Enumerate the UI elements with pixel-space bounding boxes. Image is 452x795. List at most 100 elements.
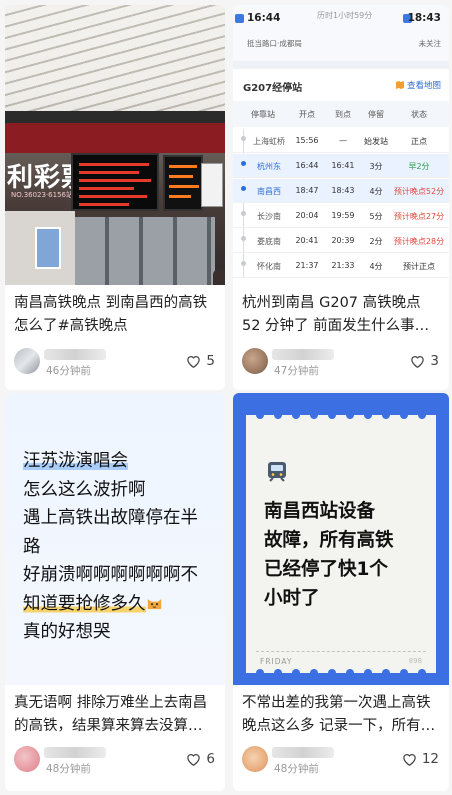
stop-dot: [241, 136, 246, 141]
stop-dot: [241, 186, 246, 191]
stops-heading: G207经停站: [243, 83, 303, 94]
stop-row: 娄底南 20:41 20:39 2分 预计晚点28分: [233, 229, 449, 253]
post-meta: 47分钟前 3: [242, 348, 439, 378]
stop-dot: [241, 161, 246, 166]
cover-text: 南昌西站设备 故障，所有高铁 已经停了快1个 小时了: [264, 497, 428, 613]
post-title[interactable]: 不常出差的我第一次遇上高铁晚点这么多 记录一下，所有…: [242, 692, 441, 738]
avatar[interactable]: [242, 348, 268, 374]
ticket-graphic: 南昌西站设备 故障，所有高铁 已经停了快1个 小时了 FRIDAY 898: [246, 411, 436, 677]
text-image-cover[interactable]: 汪苏泷演唱会 怎么这么波折啊 遇上高铁出故障停在半 路 好崩溃啊啊啊啊啊啊不 知…: [5, 393, 225, 685]
like-count: 12: [421, 751, 439, 767]
like-button[interactable]: 6: [186, 751, 215, 767]
like-count: 3: [430, 353, 439, 369]
like-button[interactable]: 3: [410, 353, 439, 369]
avatar[interactable]: [242, 746, 268, 772]
feed-card-3[interactable]: 汪苏泷演唱会 怎么这么波折啊 遇上高铁出故障停在半 路 好崩溃啊啊啊啊啊啊不 知…: [5, 393, 225, 791]
stop-stay: 4分: [369, 187, 383, 196]
stop-station: 南昌西: [257, 187, 281, 196]
person-silhouette: [213, 269, 225, 285]
stop-row: 长沙南 20:04 19:59 5分 预计晚点27分: [233, 204, 449, 228]
stop-stay: 3分: [369, 162, 383, 171]
ceiling: [5, 5, 225, 125]
heart-icon: [402, 752, 417, 766]
stop-arrive: 21:33: [331, 261, 355, 270]
timetable-screenshot-cover[interactable]: 16:44 历时1小时59分 18:43 抵当路口·成都局 未关注 G207经停…: [233, 5, 449, 285]
like-button[interactable]: 12: [402, 751, 439, 767]
arrive-time: 18:43: [407, 12, 441, 24]
author-name-blurred[interactable]: [272, 349, 334, 360]
departure-board: [71, 153, 159, 211]
ticket-image-cover[interactable]: 南昌西站设备 故障，所有高铁 已经停了快1个 小时了 FRIDAY 898: [233, 393, 449, 685]
stop-row: 上海虹桥 15:56 — 始发站 正点: [233, 129, 449, 153]
feed-card-4[interactable]: 南昌西站设备 故障，所有高铁 已经停了快1个 小时了 FRIDAY 898 不常…: [233, 393, 449, 791]
stop-dot: [241, 261, 246, 266]
stops-panel: G207经停站 查看地图 停靠站 开点 到点 停留 状态 上海虹桥 15:56 — 始…: [233, 69, 449, 285]
author-name-blurred[interactable]: [44, 349, 106, 360]
post-title[interactable]: 真无语啊 排除万难坐上去南昌的高铁，结果算来算去没算…: [14, 692, 217, 738]
stop-dot: [241, 236, 246, 241]
ticket-divider: [256, 651, 426, 652]
red-banner: [5, 123, 225, 153]
author-name-blurred[interactable]: [44, 747, 106, 758]
feed-card-1[interactable]: 利彩票 NO.36023·6156站点 南昌高铁晚点 到南昌西的高铁怎么了#高铁…: [5, 5, 225, 390]
heart-icon: [410, 354, 425, 368]
train-icon: [268, 462, 286, 482]
stop-arrive: 20:39: [331, 236, 355, 245]
stop-depart: 18:47: [295, 186, 319, 195]
post-meta: 48分钟前 12: [242, 746, 439, 776]
post-time: 47分钟前: [274, 365, 319, 377]
departure-board-2: [163, 155, 203, 211]
stop-status: 预计晚点28分: [393, 237, 445, 246]
cover-line: 好崩溃啊啊啊啊啊啊不: [23, 565, 198, 585]
post-meta: 48分钟前 6: [14, 746, 215, 776]
stop-station: 杭州东: [257, 162, 281, 171]
post-title[interactable]: 南昌高铁晚点 到南昌西的高铁怎么了#高铁晚点: [14, 292, 217, 338]
stop-dot: [241, 211, 246, 216]
cover-line: 汪苏泷演唱会: [23, 451, 128, 471]
cover-line: 真的好想哭: [23, 622, 111, 642]
stop-stay: 2分: [369, 237, 383, 246]
post-title[interactable]: 杭州到南昌 G207 高铁晚点 52 分钟了 前面发生什么事了…: [242, 292, 441, 338]
stop-arrive: —: [339, 136, 347, 145]
route-note: 抵当路口·成都局: [247, 39, 302, 48]
stop-arrive: 18:43: [331, 186, 355, 195]
depart-time: 16:44: [247, 12, 281, 24]
stop-stay: 5分: [369, 212, 383, 221]
stop-depart: 20:04: [295, 211, 319, 220]
stop-stay: 始发站: [364, 137, 388, 146]
map-icon: [395, 81, 404, 89]
stop-station: 上海虹桥: [253, 137, 285, 146]
stop-row: 南昌西 18:47 18:43 4分 预计晚点52分: [233, 179, 449, 203]
stop-status: 预计正点: [403, 262, 435, 271]
avatar[interactable]: [14, 746, 40, 772]
post-time: 48分钟前: [274, 763, 319, 775]
follow-status: 未关注: [418, 39, 442, 48]
author-name-blurred[interactable]: [272, 747, 334, 758]
stop-station: 长沙南: [257, 212, 281, 221]
post-time: 48分钟前: [46, 763, 91, 775]
station-doors: [75, 217, 215, 285]
trip-summary: 16:44 历时1小时59分 18:43 抵当路口·成都局 未关注: [233, 5, 449, 61]
avatar[interactable]: [14, 348, 40, 374]
stop-status: 预计晚点27分: [393, 212, 445, 221]
stop-station: 娄底南: [257, 237, 281, 246]
station-photo-cover[interactable]: 利彩票 NO.36023·6156站点: [5, 5, 225, 285]
poster: [35, 227, 61, 269]
ticket-code: 898: [408, 657, 422, 665]
stop-status: 预计晚点52分: [393, 187, 445, 196]
like-count: 6: [206, 751, 215, 767]
heart-icon: [186, 354, 201, 368]
stop-status: 正点: [411, 137, 427, 146]
stop-row: 杭州东 16:44 16:41 3分 早2分: [233, 154, 449, 178]
stop-depart: 16:44: [295, 161, 319, 170]
cat-face-icon: [147, 598, 161, 609]
stop-depart: 21:37: [295, 261, 319, 270]
lottery-sign-sub: NO.36023·6156站点: [11, 191, 80, 199]
feed-card-2[interactable]: 16:44 历时1小时59分 18:43 抵当路口·成都局 未关注 G207经停…: [233, 5, 449, 390]
like-button[interactable]: 5: [186, 353, 215, 369]
stop-arrive: 16:41: [331, 161, 355, 170]
cover-line: 小时了: [264, 588, 320, 609]
cover-line: 南昌西站设备: [264, 501, 376, 522]
stops-table-header: 停靠站 开点 到点 停留 状态: [233, 101, 449, 127]
view-map-link[interactable]: 查看地图: [395, 79, 441, 91]
